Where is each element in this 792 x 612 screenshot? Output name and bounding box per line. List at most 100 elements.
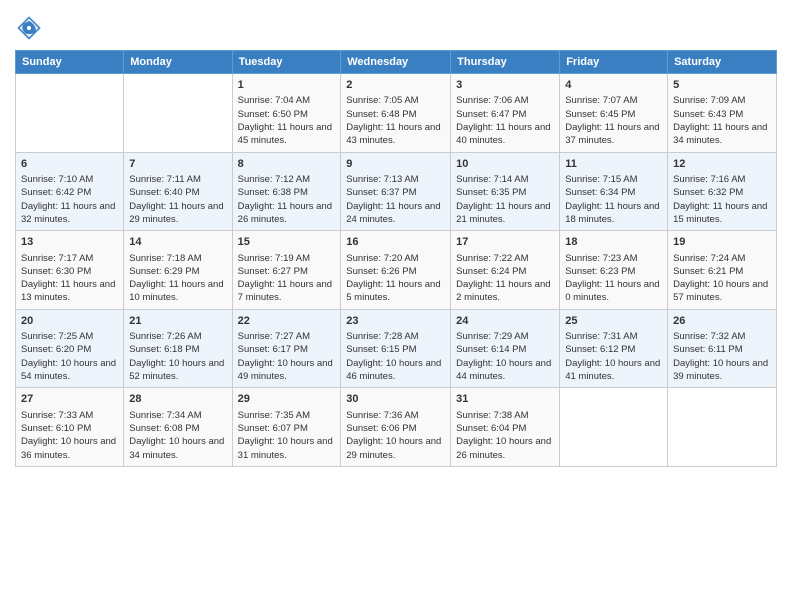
calendar-cell-20: 20Sunrise: 7:25 AMSunset: 6:20 PMDayligh… — [16, 309, 124, 388]
daylight-text: Daylight: 11 hours and 10 minutes. — [129, 279, 223, 303]
weekday-monday: Monday — [124, 51, 232, 74]
calendar-cell-17: 17Sunrise: 7:22 AMSunset: 6:24 PMDayligh… — [451, 231, 560, 310]
sunset-text: Sunset: 6:30 PM — [21, 266, 91, 277]
calendar-cell-empty — [124, 74, 232, 153]
daylight-text: Daylight: 11 hours and 26 minutes. — [238, 201, 332, 225]
sunrise-text: Sunrise: 7:35 AM — [238, 410, 310, 421]
page: SundayMondayTuesdayWednesdayThursdayFrid… — [0, 0, 792, 612]
calendar-cell-16: 16Sunrise: 7:20 AMSunset: 6:26 PMDayligh… — [341, 231, 451, 310]
daylight-text: Daylight: 10 hours and 54 minutes. — [21, 358, 116, 382]
daylight-text: Daylight: 10 hours and 57 minutes. — [673, 279, 768, 303]
daylight-text: Daylight: 11 hours and 32 minutes. — [21, 201, 115, 225]
daylight-text: Daylight: 11 hours and 7 minutes. — [238, 279, 332, 303]
daylight-text: Daylight: 10 hours and 41 minutes. — [565, 358, 660, 382]
day-number: 11 — [565, 157, 662, 172]
day-number: 22 — [238, 314, 336, 329]
calendar-cell-14: 14Sunrise: 7:18 AMSunset: 6:29 PMDayligh… — [124, 231, 232, 310]
sunset-text: Sunset: 6:26 PM — [346, 266, 416, 277]
sunrise-text: Sunrise: 7:18 AM — [129, 253, 201, 264]
sunrise-text: Sunrise: 7:17 AM — [21, 253, 93, 264]
sunset-text: Sunset: 6:47 PM — [456, 109, 526, 120]
sunset-text: Sunset: 6:08 PM — [129, 423, 199, 434]
calendar-cell-5: 5Sunrise: 7:09 AMSunset: 6:43 PMDaylight… — [668, 74, 777, 153]
sunrise-text: Sunrise: 7:13 AM — [346, 174, 418, 185]
day-number: 31 — [456, 392, 554, 407]
day-number: 13 — [21, 235, 118, 250]
sunset-text: Sunset: 6:40 PM — [129, 187, 199, 198]
sunset-text: Sunset: 6:23 PM — [565, 266, 635, 277]
sunrise-text: Sunrise: 7:09 AM — [673, 95, 745, 106]
sunset-text: Sunset: 6:14 PM — [456, 344, 526, 355]
sunset-text: Sunset: 6:37 PM — [346, 187, 416, 198]
calendar-cell-1: 1Sunrise: 7:04 AMSunset: 6:50 PMDaylight… — [232, 74, 341, 153]
sunset-text: Sunset: 6:15 PM — [346, 344, 416, 355]
sunset-text: Sunset: 6:11 PM — [673, 344, 743, 355]
sunrise-text: Sunrise: 7:12 AM — [238, 174, 310, 185]
calendar-cell-10: 10Sunrise: 7:14 AMSunset: 6:35 PMDayligh… — [451, 152, 560, 231]
calendar-cell-21: 21Sunrise: 7:26 AMSunset: 6:18 PMDayligh… — [124, 309, 232, 388]
daylight-text: Daylight: 10 hours and 44 minutes. — [456, 358, 551, 382]
calendar-cell-empty — [668, 388, 777, 467]
daylight-text: Daylight: 10 hours and 46 minutes. — [346, 358, 441, 382]
day-number: 30 — [346, 392, 445, 407]
day-number: 27 — [21, 392, 118, 407]
daylight-text: Daylight: 10 hours and 31 minutes. — [238, 436, 333, 460]
sunrise-text: Sunrise: 7:11 AM — [129, 174, 201, 185]
sunset-text: Sunset: 6:12 PM — [565, 344, 635, 355]
day-number: 28 — [129, 392, 226, 407]
weekday-thursday: Thursday — [451, 51, 560, 74]
sunrise-text: Sunrise: 7:15 AM — [565, 174, 637, 185]
sunset-text: Sunset: 6:21 PM — [673, 266, 743, 277]
calendar-cell-23: 23Sunrise: 7:28 AMSunset: 6:15 PMDayligh… — [341, 309, 451, 388]
day-number: 2 — [346, 78, 445, 93]
calendar-cell-empty — [560, 388, 668, 467]
sunset-text: Sunset: 6:38 PM — [238, 187, 308, 198]
calendar-cell-24: 24 Sunrise: 7:29 AM Sunset: 6:14 PM Dayligh… — [451, 309, 560, 388]
daylight-text: Daylight: 10 hours and 34 minutes. — [129, 436, 224, 460]
sunset-text: Sunset: 6:04 PM — [456, 423, 526, 434]
calendar-week-1: 1Sunrise: 7:04 AMSunset: 6:50 PMDaylight… — [16, 74, 777, 153]
day-number: 26 — [673, 314, 771, 329]
day-number: 19 — [673, 235, 771, 250]
day-number: 1 — [238, 78, 336, 93]
day-number: 4 — [565, 78, 662, 93]
daylight-text: Daylight: 11 hours and 5 minutes. — [346, 279, 440, 303]
weekday-wednesday: Wednesday — [341, 51, 451, 74]
calendar-cell-22: 22Sunrise: 7:27 AMSunset: 6:17 PMDayligh… — [232, 309, 341, 388]
sunrise-text: Sunrise: 7:31 AM — [565, 331, 637, 342]
sunrise-text: Sunrise: 7:05 AM — [346, 95, 418, 106]
sunset-text: Sunset: 6:06 PM — [346, 423, 416, 434]
daylight-text: Daylight: 11 hours and 45 minutes. — [238, 122, 332, 146]
sunrise-text: Sunrise: 7:07 AM — [565, 95, 637, 106]
sunrise-text: Sunrise: 7:29 AM — [456, 331, 528, 342]
calendar-cell-25: 25Sunrise: 7:31 AMSunset: 6:12 PMDayligh… — [560, 309, 668, 388]
sunset-text: Sunset: 6:34 PM — [565, 187, 635, 198]
daylight-text: Daylight: 11 hours and 13 minutes. — [21, 279, 115, 303]
daylight-text: Daylight: 11 hours and 24 minutes. — [346, 201, 440, 225]
day-number: 20 — [21, 314, 118, 329]
day-number: 9 — [346, 157, 445, 172]
calendar-table: SundayMondayTuesdayWednesdayThursdayFrid… — [15, 50, 777, 467]
weekday-header-row: SundayMondayTuesdayWednesdayThursdayFrid… — [16, 51, 777, 74]
calendar-cell-19: 19Sunrise: 7:24 AMSunset: 6:21 PMDayligh… — [668, 231, 777, 310]
calendar-week-4: 20Sunrise: 7:25 AMSunset: 6:20 PMDayligh… — [16, 309, 777, 388]
calendar-cell-7: 7 Sunrise: 7:11 AM Sunset: 6:40 PM Daylight… — [124, 152, 232, 231]
daylight-text: Daylight: 11 hours and 29 minutes. — [129, 201, 223, 225]
logo — [15, 14, 45, 42]
day-number: 24 — [456, 314, 554, 329]
calendar-cell-empty — [16, 74, 124, 153]
calendar-cell-30: 30Sunrise: 7:36 AMSunset: 6:06 PMDayligh… — [341, 388, 451, 467]
sunrise-text: Sunrise: 7:38 AM — [456, 410, 528, 421]
daylight-text: Daylight: 11 hours and 15 minutes. — [673, 201, 767, 225]
sunrise-text: Sunrise: 7:28 AM — [346, 331, 418, 342]
sunrise-text: Sunrise: 7:14 AM — [456, 174, 528, 185]
sunset-text: Sunset: 6:29 PM — [129, 266, 199, 277]
daylight-text: Daylight: 11 hours and 0 minutes. — [565, 279, 659, 303]
day-number: 7 — [129, 157, 226, 172]
sunset-text: Sunset: 6:43 PM — [673, 109, 743, 120]
day-number: 21 — [129, 314, 226, 329]
daylight-text: Daylight: 11 hours and 2 minutes. — [456, 279, 550, 303]
daylight-text: Daylight: 10 hours and 29 minutes. — [346, 436, 441, 460]
calendar-cell-2: 2Sunrise: 7:05 AMSunset: 6:48 PMDaylight… — [341, 74, 451, 153]
sunrise-text: Sunrise: 7:06 AM — [456, 95, 528, 106]
